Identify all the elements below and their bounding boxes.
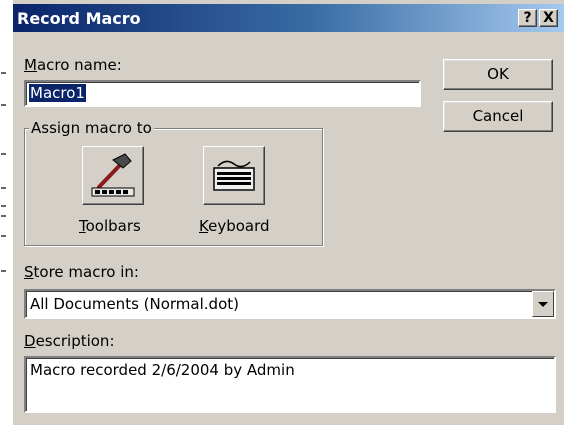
help-button[interactable]: ? — [518, 9, 537, 27]
assign-macro-legend: Assign macro to — [29, 119, 154, 137]
close-button[interactable]: X — [539, 9, 558, 27]
dialog-title: Record Macro — [17, 9, 141, 28]
edge-mark — [1, 72, 6, 74]
record-macro-dialog: Record Macro ? X Macro name: Macro1 OK C… — [12, 0, 564, 425]
keyboard-icon — [213, 160, 255, 191]
dropdown-button[interactable] — [532, 291, 554, 317]
hammer-toolbar-icon — [91, 153, 135, 197]
macro-name-value: Macro1 — [29, 84, 86, 102]
title-bar[interactable]: Record Macro ? X — [13, 4, 564, 32]
store-macro-label: Store macro in: — [24, 263, 139, 281]
edge-mark — [1, 215, 6, 217]
description-textarea[interactable]: Macro recorded 2/6/2004 by Admin — [24, 356, 556, 413]
macro-name-input[interactable]: Macro1 — [24, 80, 421, 107]
chevron-down-icon — [538, 302, 548, 307]
store-macro-select[interactable]: All Documents (Normal.dot) — [24, 289, 556, 319]
edge-mark — [1, 235, 6, 237]
keyboard-button[interactable] — [203, 146, 265, 205]
store-macro-value: All Documents (Normal.dot) — [30, 295, 239, 313]
edge-mark — [1, 270, 6, 272]
keyboard-label: Keyboard — [199, 217, 270, 235]
assign-macro-group — [24, 128, 323, 246]
edge-mark — [1, 153, 6, 155]
edge-mark — [1, 205, 6, 207]
toolbars-button[interactable] — [82, 146, 144, 205]
cancel-button[interactable]: Cancel — [443, 101, 553, 132]
toolbars-label: Toolbars — [79, 217, 141, 235]
ok-button[interactable]: OK — [443, 59, 553, 90]
description-value: Macro recorded 2/6/2004 by Admin — [30, 361, 295, 379]
edge-mark — [1, 187, 6, 189]
edge-mark — [1, 104, 6, 106]
macro-name-label: Macro name: — [24, 56, 122, 74]
description-label: Description: — [24, 332, 115, 350]
